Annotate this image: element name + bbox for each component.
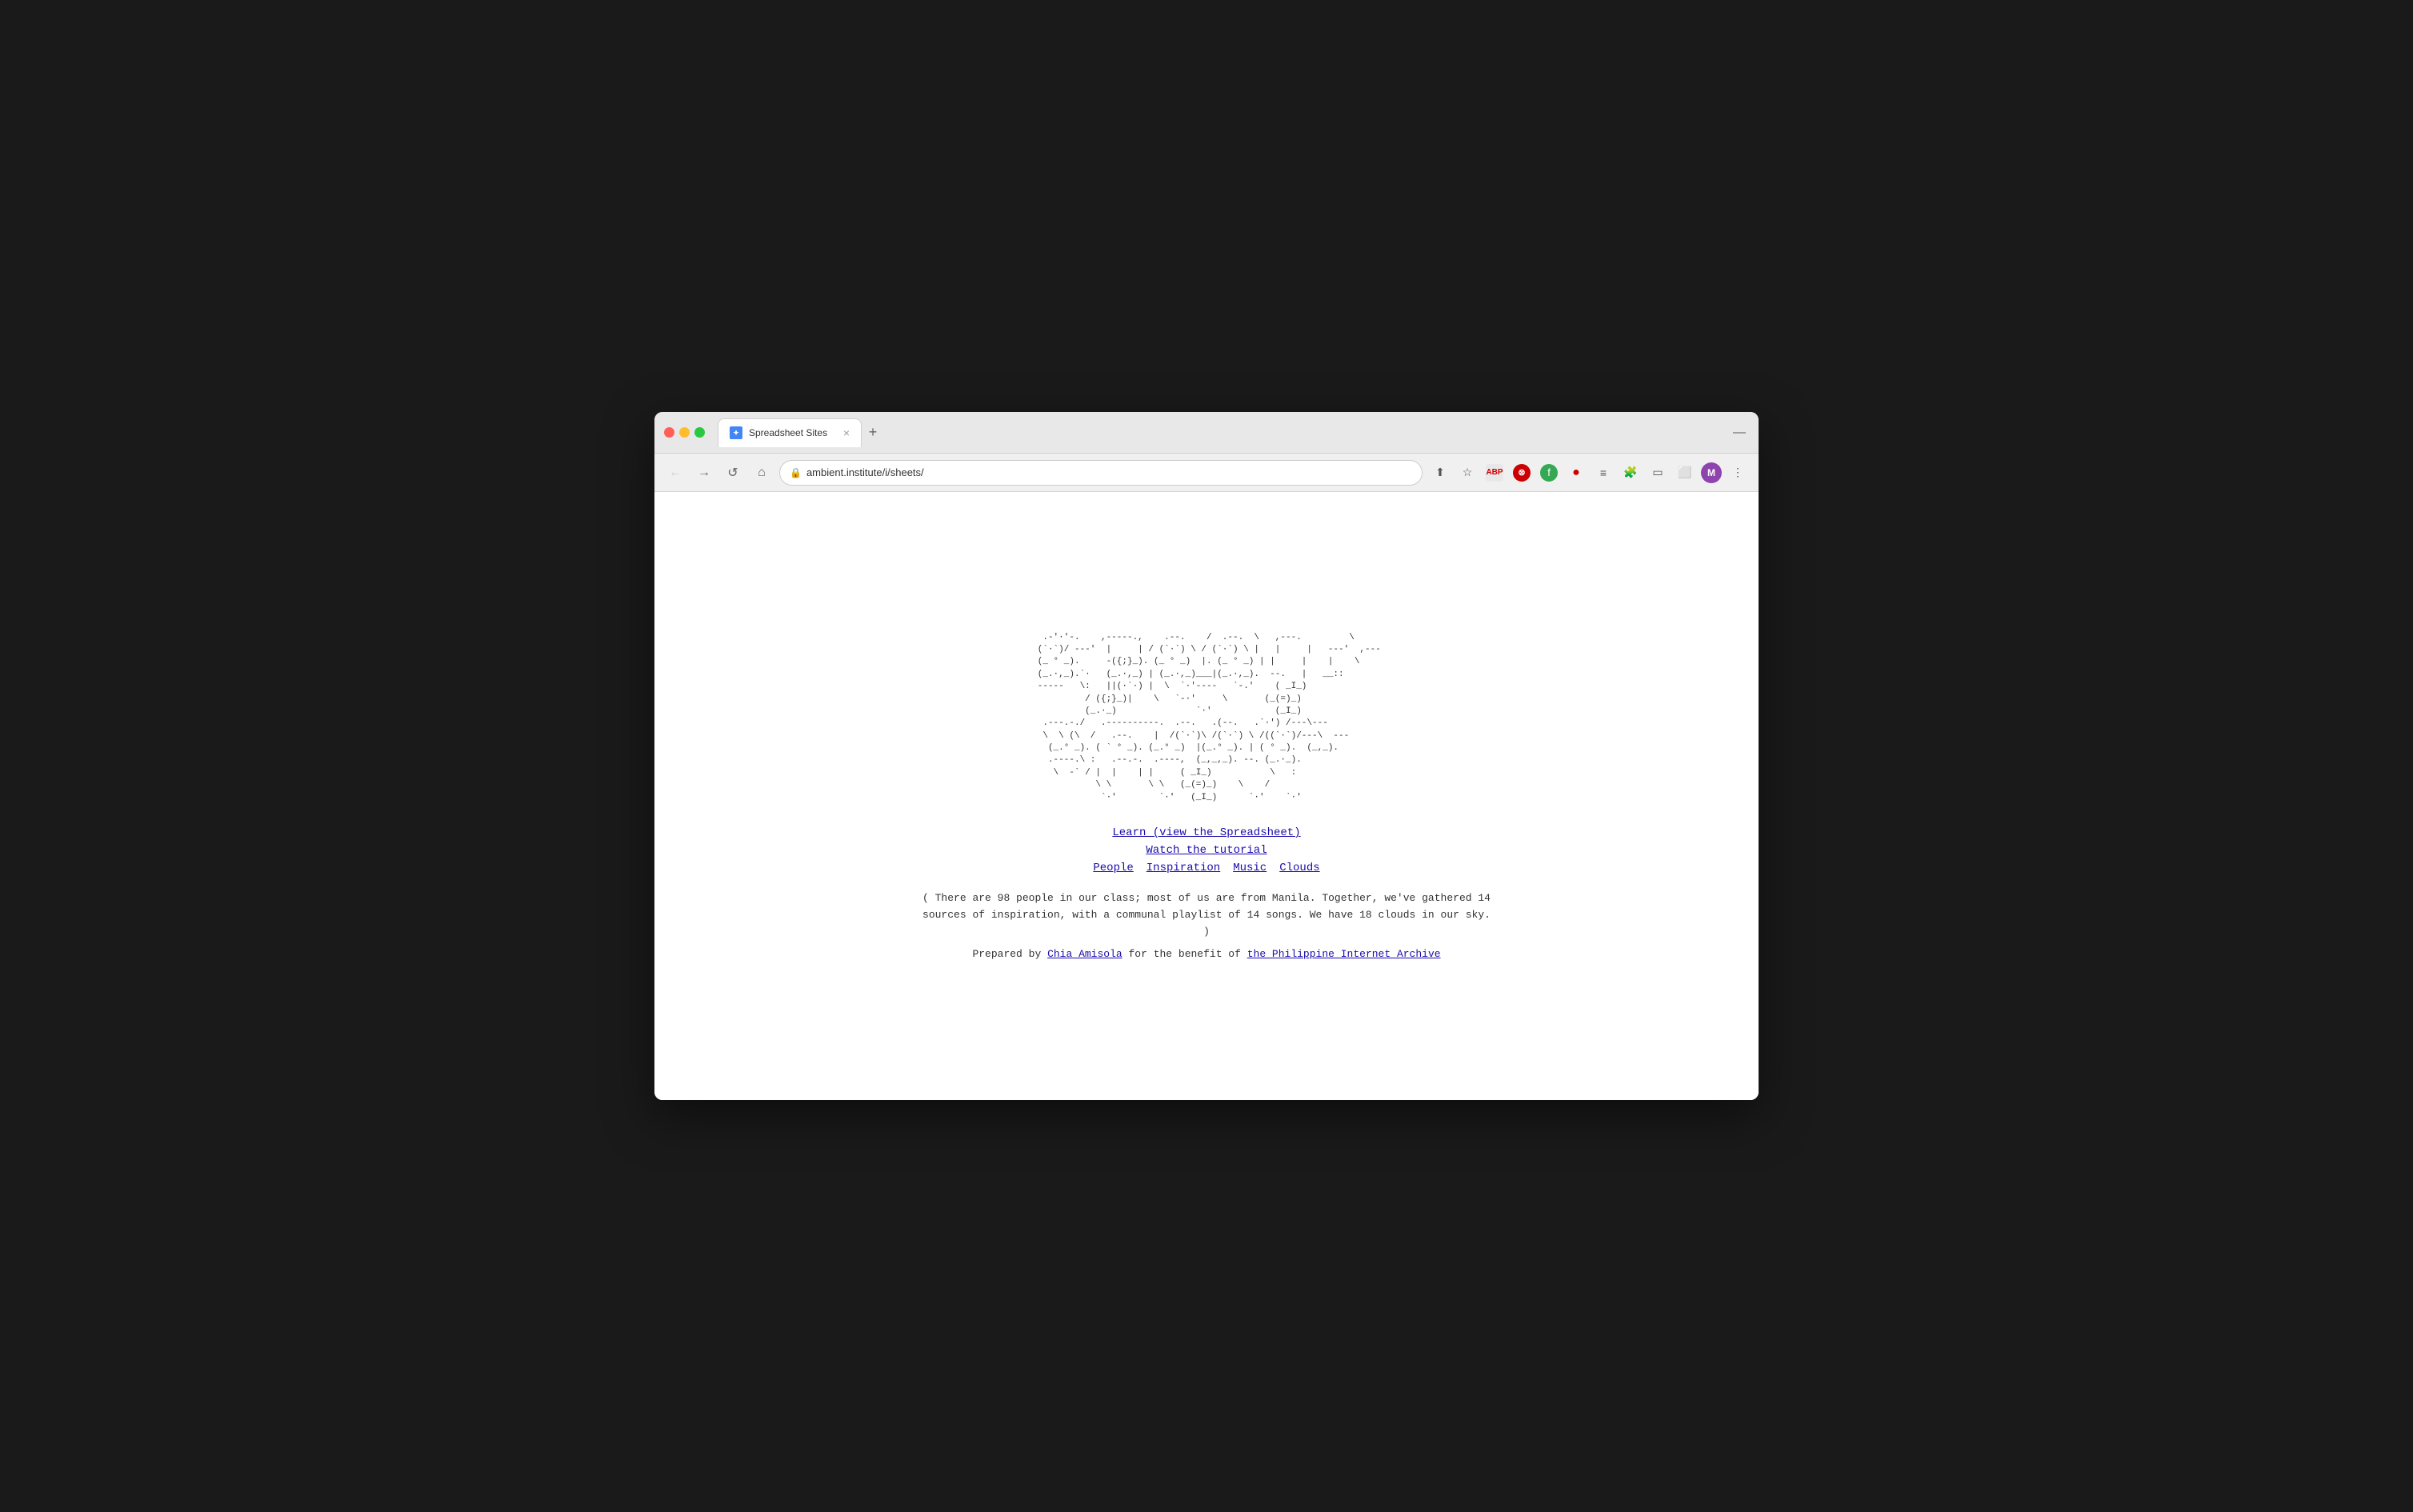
abp-icon: ABP xyxy=(1486,464,1503,482)
chia-amisola-link[interactable]: Chia Amisola xyxy=(1047,948,1122,960)
lock-icon: 🔒 xyxy=(790,467,802,478)
close-button[interactable] xyxy=(664,427,674,438)
tutorial-link[interactable]: Watch the tutorial xyxy=(1146,844,1267,857)
feedly-icon[interactable]: f xyxy=(1538,462,1560,484)
people-link[interactable]: People xyxy=(1093,862,1133,874)
tab-bar: ✦ Spreadsheet Sites × + xyxy=(718,418,1723,447)
toolbar-icons: ⬆ ☆ ABP ⊗ f ● ≡ 🧩 ▭ ⬜ M ⋮ xyxy=(1429,462,1749,484)
browser-window: ✦ Spreadsheet Sites × + — ← → ↺ ⌂ 🔒 ⬆ ☆ … xyxy=(654,412,1759,1100)
new-tab-button[interactable]: + xyxy=(862,422,884,444)
window-minimize-icon[interactable]: — xyxy=(1730,422,1749,443)
cast-icon[interactable]: ▭ xyxy=(1647,462,1669,484)
title-bar: ✦ Spreadsheet Sites × + — xyxy=(654,412,1759,454)
bookmark-icon[interactable]: ☆ xyxy=(1456,462,1479,484)
prepared-prefix: Prepared by xyxy=(972,948,1047,960)
lastpass-icon[interactable]: ● xyxy=(1565,462,1587,484)
inspiration-link[interactable]: Inspiration xyxy=(1146,862,1220,874)
maximize-button[interactable] xyxy=(694,427,705,438)
adblock-icon[interactable]: ⊗ xyxy=(1511,462,1533,484)
learn-link[interactable]: Learn (view the Spreadsheet) xyxy=(1112,826,1300,839)
tab-close-icon[interactable]: × xyxy=(843,427,850,438)
adblock-circle-icon: ⊗ xyxy=(1513,464,1531,482)
reload-button[interactable]: ↺ xyxy=(722,462,744,484)
philippine-internet-archive-link[interactable]: the Philippine Internet Archive xyxy=(1247,948,1441,960)
menu-icon[interactable]: ⋮ xyxy=(1727,462,1749,484)
description-text: ( There are 98 people in our class; most… xyxy=(918,890,1495,940)
nav-links: People Inspiration Music Clouds xyxy=(1093,862,1319,874)
home-button[interactable]: ⌂ xyxy=(750,462,773,484)
abp-extension-icon[interactable]: ABP xyxy=(1483,462,1506,484)
window-controls: — xyxy=(1730,422,1749,443)
share-icon[interactable]: ⬆ xyxy=(1429,462,1451,484)
ascii-art-display: .-'·'-. ,-----., .--. / .--. \ ,---. \ (… xyxy=(1032,632,1381,804)
profile-avatar[interactable]: M xyxy=(1701,462,1722,483)
tab-title: Spreadsheet Sites xyxy=(749,427,837,438)
music-link[interactable]: Music xyxy=(1233,862,1267,874)
forward-button[interactable]: → xyxy=(693,462,715,484)
clouds-link[interactable]: Clouds xyxy=(1279,862,1319,874)
traffic-lights xyxy=(664,427,705,438)
links-section: Learn (view the Spreadsheet) Watch the t… xyxy=(1093,826,1319,874)
prepared-middle: for the benefit of xyxy=(1122,948,1247,960)
tab-favicon: ✦ xyxy=(730,426,742,439)
active-tab[interactable]: ✦ Spreadsheet Sites × xyxy=(718,418,862,447)
page-content: .-'·'-. ,-----., .--. / .--. \ ,---. \ (… xyxy=(654,492,1759,1100)
reading-list-icon[interactable]: ≡ xyxy=(1592,462,1615,484)
prepared-by: Prepared by Chia Amisola for the benefit… xyxy=(972,948,1440,960)
toolbar: ← → ↺ ⌂ 🔒 ⬆ ☆ ABP ⊗ f ● ≡ 🧩 ▭ ⬜ M ⋮ xyxy=(654,454,1759,492)
sidebar-icon[interactable]: ⬜ xyxy=(1674,462,1696,484)
minimize-button[interactable] xyxy=(679,427,690,438)
address-bar[interactable] xyxy=(806,466,1412,478)
feedly-circle-icon: f xyxy=(1540,464,1558,482)
back-button[interactable]: ← xyxy=(664,462,686,484)
extensions-icon[interactable]: 🧩 xyxy=(1619,462,1642,484)
address-bar-container[interactable]: 🔒 xyxy=(779,460,1423,486)
